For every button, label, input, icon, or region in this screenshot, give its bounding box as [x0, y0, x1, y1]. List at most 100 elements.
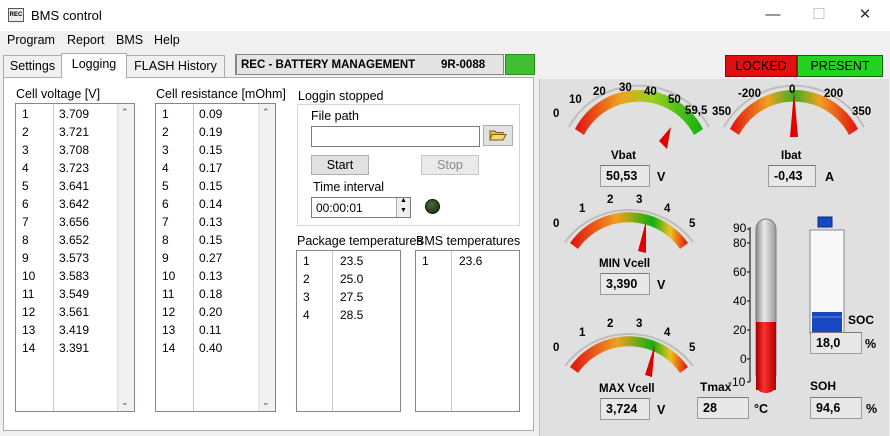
tab-flash-history[interactable]: FLASH History [126, 55, 225, 77]
list-item[interactable]: 3 27.5 [297, 288, 400, 306]
ibat-tick-max: 350 [852, 106, 872, 118]
stop-button[interactable]: Stop [421, 155, 479, 175]
row-index: 13 [22, 323, 36, 337]
max-vcell-tick-1: 1 [579, 327, 586, 339]
menu-report[interactable]: Report [67, 33, 105, 47]
row-index: 3 [303, 290, 310, 304]
vbat-tick-50: 50 [668, 94, 681, 106]
device-header: REC - BATTERY MANAGEMENT 9R-0088 [235, 54, 504, 75]
scroll-up-icon[interactable]: ⌃ [121, 107, 129, 118]
max-vcell-tick-3: 3 [636, 318, 643, 330]
bms-temps-list[interactable]: 1 23.6 [415, 250, 520, 412]
list-item[interactable]: 4 28.5 [297, 306, 400, 324]
row-value: 0.15 [199, 143, 223, 157]
row-index: 9 [22, 251, 29, 265]
header-divider [236, 55, 237, 74]
row-value: 0.13 [199, 269, 223, 283]
max-vcell-unit: V [657, 403, 666, 417]
row-index: 6 [162, 197, 169, 211]
row-value: 0.18 [199, 287, 223, 301]
browse-folder-button[interactable] [483, 125, 513, 146]
minimize-button[interactable]: — [750, 0, 796, 31]
spin-up-icon[interactable]: ▲ [400, 197, 407, 204]
package-temps-title: Package temperatures [297, 234, 423, 248]
menu-program[interactable]: Program [7, 33, 55, 47]
row-index: 5 [22, 179, 29, 193]
row-index: 9 [162, 251, 169, 265]
row-index: 1 [303, 254, 310, 268]
row-value: 3.641 [59, 179, 90, 193]
present-indicator: PRESENT [797, 55, 883, 77]
scroll-down-icon[interactable]: ⌄ [262, 397, 270, 408]
cell-resistance-scrollbar[interactable]: ⌃ ⌄ [258, 104, 275, 411]
row-index: 3 [22, 143, 29, 157]
row-value: 3.419 [59, 323, 90, 337]
min-vcell-value: 3,390 [600, 273, 650, 295]
vbat-label: Vbat [611, 150, 636, 162]
row-value: 0.40 [199, 341, 223, 355]
max-vcell-tick-2: 2 [607, 318, 614, 330]
row-index: 4 [162, 161, 169, 175]
row-index: 3 [162, 143, 169, 157]
soc-unit: % [865, 337, 877, 351]
interval-spinner[interactable]: ▲ ▼ [396, 197, 410, 217]
ibat-label: Ibat [781, 150, 802, 162]
window-title: BMS control [31, 8, 102, 23]
file-path-input[interactable] [311, 126, 480, 147]
list-item[interactable]: 1 23.5 [297, 252, 400, 270]
cell-voltage-title: Cell voltage [V] [16, 87, 101, 101]
start-button[interactable]: Start [311, 155, 369, 175]
close-button[interactable]: ✕ [842, 0, 888, 31]
row-value: 23.6 [459, 254, 483, 268]
row-value: 3.721 [59, 125, 90, 139]
row-value: 0.20 [199, 305, 223, 319]
cell-resistance-title: Cell resistance [mOhm] [156, 87, 286, 101]
row-value: 3.656 [59, 215, 90, 229]
tab-settings[interactable]: Settings [3, 55, 62, 77]
row-value: 3.561 [59, 305, 90, 319]
row-index: 1 [422, 254, 429, 268]
row-value: 3.391 [59, 341, 90, 355]
row-index: 8 [22, 233, 29, 247]
device-code: 9R-0088 [441, 59, 486, 71]
min-vcell-tick-2: 2 [607, 194, 614, 206]
row-index: 1 [162, 107, 169, 121]
row-value: 27.5 [340, 290, 364, 304]
menu-bms[interactable]: BMS [116, 33, 143, 47]
row-index: 14 [22, 341, 36, 355]
ibat-tick-0: 0 [789, 84, 796, 96]
package-temps-list[interactable]: 1 23.5 2 25.0 3 27.5 4 28.5 [296, 250, 401, 412]
tmax-tick-80: 80 [733, 236, 747, 250]
cell-voltage-scrollbar[interactable]: ⌃ ⌄ [117, 104, 134, 411]
maximize-button[interactable]: ☐ [796, 0, 842, 31]
vbat-tick-30: 30 [619, 82, 632, 94]
scroll-down-icon[interactable]: ⌄ [121, 397, 129, 408]
max-vcell-tick-0: 0 [553, 342, 560, 354]
cell-voltage-list[interactable]: 1 3.709 2 3.721 3 3.708 4 3.723 5 3.641 6 3.642 7 3.6… [15, 103, 135, 412]
row-index: 7 [162, 215, 169, 229]
row-index: 14 [162, 341, 176, 355]
tmax-value: 28 [697, 397, 749, 419]
list-item[interactable]: 2 25.0 [297, 270, 400, 288]
row-index: 11 [22, 287, 35, 301]
soc-fill [812, 312, 842, 332]
spin-down-icon[interactable]: ▼ [400, 207, 407, 214]
vbat-tick-20: 20 [593, 86, 606, 98]
min-vcell-tick-0: 0 [553, 218, 560, 230]
min-vcell-needle [638, 221, 646, 253]
max-vcell-dial-band [570, 336, 688, 373]
scroll-up-icon[interactable]: ⌃ [262, 107, 270, 118]
row-index: 11 [162, 287, 175, 301]
menu-help[interactable]: Help [154, 33, 180, 47]
vbat-tick-max: 59,5 [685, 105, 708, 117]
row-index: 12 [162, 305, 176, 319]
tab-logging[interactable]: Logging [61, 53, 127, 78]
cell-resistance-list[interactable]: 1 0.09 2 0.19 3 0.15 4 0.17 5 0.15 6 0.14 7 0.13 8 0.15… [155, 103, 276, 412]
min-vcell-tick-4: 4 [664, 203, 671, 215]
soc-value: 18,0 [810, 332, 862, 354]
time-interval-input[interactable]: 00:00:01 ▲ ▼ [311, 197, 411, 218]
list-item[interactable]: 1 23.6 [416, 252, 519, 270]
ibat-unit: A [825, 170, 835, 184]
tmax-tick-20: 20 [733, 323, 747, 337]
row-value: 3.652 [59, 233, 90, 247]
